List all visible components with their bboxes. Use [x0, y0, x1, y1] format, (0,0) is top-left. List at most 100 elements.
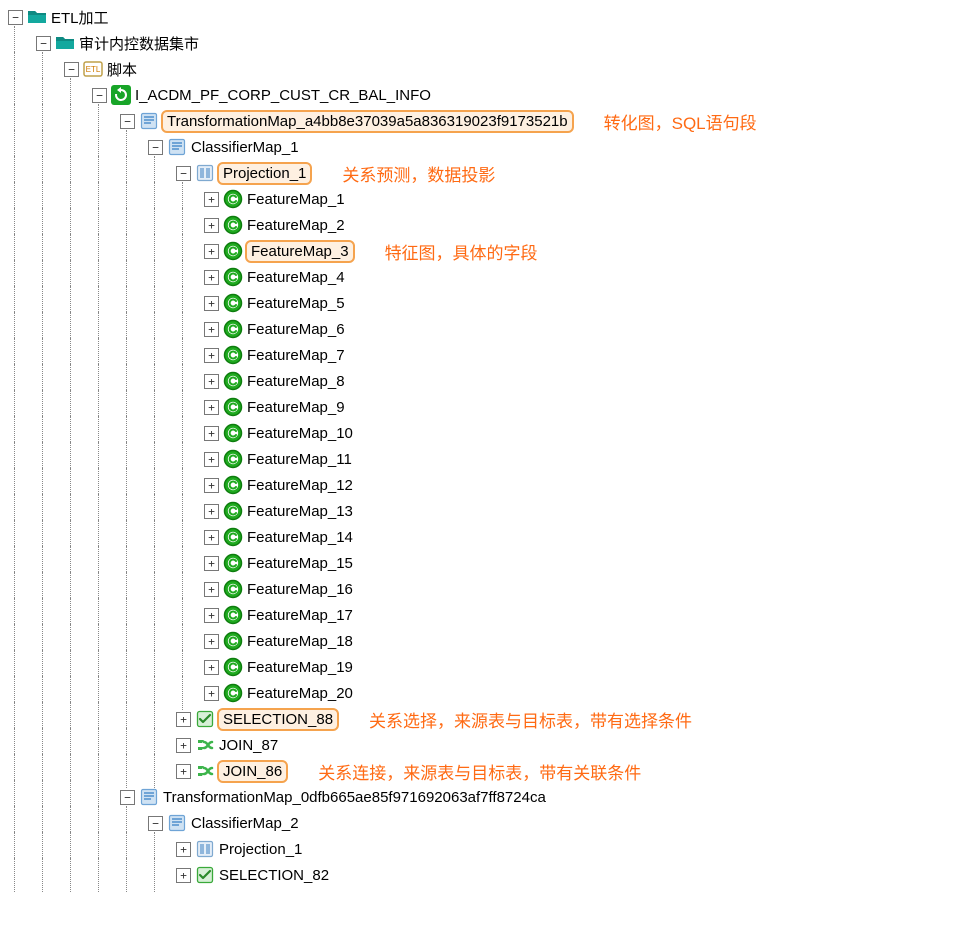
- feature-c-icon: [223, 657, 243, 677]
- node-tmap2[interactable]: TransformationMap_0dfb665ae85f971692063a…: [161, 789, 548, 806]
- node-featuremap-16[interactable]: FeatureMap_16: [245, 581, 355, 598]
- node-proj1-toggle[interactable]: [176, 166, 191, 181]
- node-tmap2-toggle[interactable]: [120, 790, 135, 805]
- node-featuremap-6-toggle[interactable]: [204, 322, 219, 337]
- node-featuremap-8-toggle[interactable]: [204, 374, 219, 389]
- feature-c-icon: [223, 527, 243, 547]
- node-etl[interactable]: ETL加工: [49, 7, 111, 28]
- node-featuremap-15-toggle[interactable]: [204, 556, 219, 571]
- node-acdm-toggle[interactable]: [92, 88, 107, 103]
- node-featuremap-3-annotation: 特征图，具体的字段: [385, 239, 538, 264]
- node-join-86-toggle[interactable]: [176, 764, 191, 779]
- node-featuremap-3-toggle[interactable]: [204, 244, 219, 259]
- node-acdm[interactable]: I_ACDM_PF_CORP_CUST_CR_BAL_INFO: [133, 87, 433, 104]
- projection-icon: [195, 839, 215, 859]
- node-cmap2-toggle[interactable]: [148, 816, 163, 831]
- map-icon: [167, 813, 187, 833]
- node-featuremap-20-toggle[interactable]: [204, 686, 219, 701]
- feature-c-icon: [223, 423, 243, 443]
- map-icon: [139, 111, 159, 131]
- node-featuremap-7[interactable]: FeatureMap_7: [245, 347, 347, 364]
- folder-icon: [27, 7, 47, 27]
- map-icon: [139, 787, 159, 807]
- node-featuremap-4[interactable]: FeatureMap_4: [245, 269, 347, 286]
- node-featuremap-12-toggle[interactable]: [204, 478, 219, 493]
- node-featuremap-8[interactable]: FeatureMap_8: [245, 373, 347, 390]
- node-cmap1-toggle[interactable]: [148, 140, 163, 155]
- feature-c-icon: [223, 189, 243, 209]
- node-proj1[interactable]: Projection_1: [217, 162, 312, 185]
- node-tmap1-toggle[interactable]: [120, 114, 135, 129]
- node-featuremap-18-toggle[interactable]: [204, 634, 219, 649]
- node-featuremap-2[interactable]: FeatureMap_2: [245, 217, 347, 234]
- join-icon: [195, 735, 215, 755]
- feature-c-icon: [223, 475, 243, 495]
- node-featuremap-13-toggle[interactable]: [204, 504, 219, 519]
- node-proj2[interactable]: Projection_1: [217, 841, 304, 858]
- node-featuremap-5[interactable]: FeatureMap_5: [245, 295, 347, 312]
- node-cmap2[interactable]: ClassifierMap_2: [189, 815, 301, 832]
- projection-icon: [195, 163, 215, 183]
- node-market[interactable]: 审计内控数据集市: [77, 33, 201, 54]
- node-join-87[interactable]: JOIN_87: [217, 737, 280, 754]
- node-featuremap-10-toggle[interactable]: [204, 426, 219, 441]
- node-featuremap-19-toggle[interactable]: [204, 660, 219, 675]
- node-featuremap-5-toggle[interactable]: [204, 296, 219, 311]
- node-featuremap-19[interactable]: FeatureMap_19: [245, 659, 355, 676]
- node-selection-82[interactable]: SELECTION_82: [217, 867, 331, 884]
- feature-c-icon: [223, 241, 243, 261]
- node-script[interactable]: 脚本: [105, 59, 139, 80]
- node-featuremap-11[interactable]: FeatureMap_11: [245, 451, 354, 468]
- node-selection-82-toggle[interactable]: [176, 868, 191, 883]
- node-featuremap-18[interactable]: FeatureMap_18: [245, 633, 355, 650]
- feature-c-icon: [223, 293, 243, 313]
- node-proj1-annotation: 关系预测，数据投影: [342, 161, 495, 186]
- feature-c-icon: [223, 449, 243, 469]
- feature-c-icon: [223, 605, 243, 625]
- feature-c-icon: [223, 319, 243, 339]
- node-featuremap-2-toggle[interactable]: [204, 218, 219, 233]
- node-selection-88-toggle[interactable]: [176, 712, 191, 727]
- node-featuremap-11-toggle[interactable]: [204, 452, 219, 467]
- node-featuremap-14-toggle[interactable]: [204, 530, 219, 545]
- node-featuremap-15[interactable]: FeatureMap_15: [245, 555, 355, 572]
- refresh-icon: [111, 85, 131, 105]
- node-tmap1[interactable]: TransformationMap_a4bb8e37039a5a83631902…: [161, 110, 574, 133]
- node-join-87-toggle[interactable]: [176, 738, 191, 753]
- node-featuremap-1[interactable]: FeatureMap_1: [245, 191, 347, 208]
- feature-c-icon: [223, 397, 243, 417]
- node-cmap1[interactable]: ClassifierMap_1: [189, 139, 301, 156]
- node-selection-88[interactable]: SELECTION_88: [217, 708, 339, 731]
- node-featuremap-16-toggle[interactable]: [204, 582, 219, 597]
- node-featuremap-6[interactable]: FeatureMap_6: [245, 321, 347, 338]
- feature-c-icon: [223, 501, 243, 521]
- node-market-toggle[interactable]: [36, 36, 51, 51]
- node-etl-toggle[interactable]: [8, 10, 23, 25]
- selection-icon: [195, 709, 215, 729]
- feature-c-icon: [223, 553, 243, 573]
- feature-c-icon: [223, 371, 243, 391]
- node-join-86[interactable]: JOIN_86: [217, 760, 288, 783]
- node-featuremap-12[interactable]: FeatureMap_12: [245, 477, 355, 494]
- node-featuremap-13[interactable]: FeatureMap_13: [245, 503, 355, 520]
- node-featuremap-17-toggle[interactable]: [204, 608, 219, 623]
- feature-c-icon: [223, 345, 243, 365]
- selection-icon: [195, 865, 215, 885]
- node-proj2-toggle[interactable]: [176, 842, 191, 857]
- node-featuremap-9-toggle[interactable]: [204, 400, 219, 415]
- map-icon: [167, 137, 187, 157]
- node-featuremap-4-toggle[interactable]: [204, 270, 219, 285]
- node-featuremap-14[interactable]: FeatureMap_14: [245, 529, 355, 546]
- node-join-86-annotation: 关系连接，来源表与目标表，带有关联条件: [318, 759, 641, 784]
- node-featuremap-9[interactable]: FeatureMap_9: [245, 399, 347, 416]
- node-featuremap-10[interactable]: FeatureMap_10: [245, 425, 355, 442]
- feature-c-icon: [223, 215, 243, 235]
- node-script-toggle[interactable]: [64, 62, 79, 77]
- node-featuremap-20[interactable]: FeatureMap_20: [245, 685, 355, 702]
- node-featuremap-17[interactable]: FeatureMap_17: [245, 607, 355, 624]
- node-selection-88-annotation: 关系选择，来源表与目标表，带有选择条件: [369, 707, 692, 732]
- node-featuremap-7-toggle[interactable]: [204, 348, 219, 363]
- node-featuremap-1-toggle[interactable]: [204, 192, 219, 207]
- join-icon: [195, 761, 215, 781]
- node-featuremap-3[interactable]: FeatureMap_3: [245, 240, 355, 263]
